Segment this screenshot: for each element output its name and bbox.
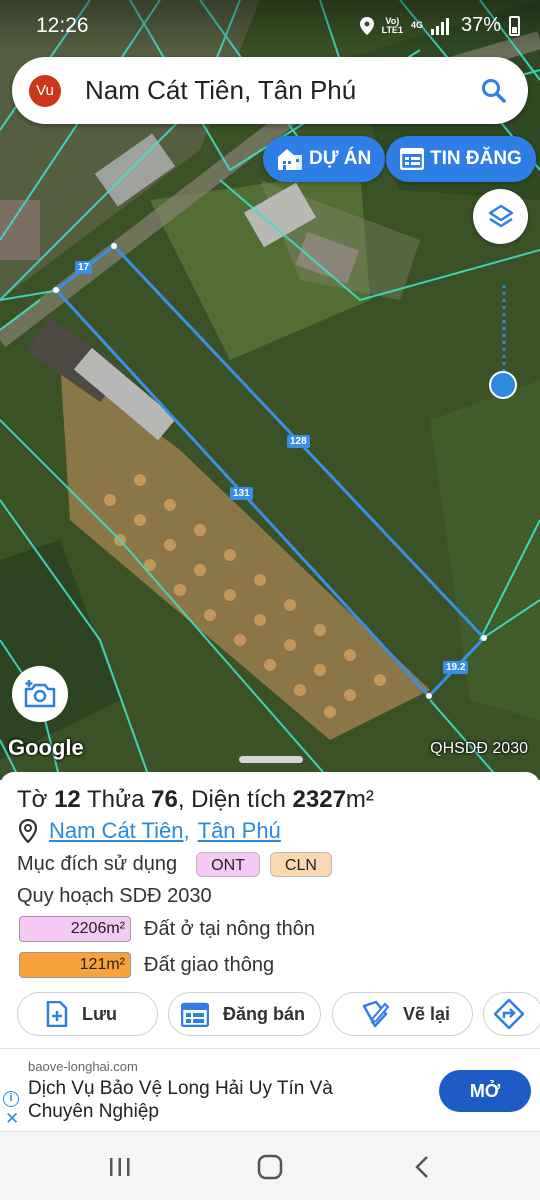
directions-icon xyxy=(494,999,524,1029)
plan-label: Quy hoạch SDĐ 2030 xyxy=(17,885,212,907)
search-bar[interactable]: Vu Nam Cát Tiên, Tân Phú xyxy=(12,57,528,124)
action-bar: Lưu Đăng bán Vẽ lại xyxy=(17,992,540,1038)
plan-description: Đất ở tại nông thôn xyxy=(144,917,316,940)
dimension-label: 19.2 xyxy=(443,661,469,674)
back-icon xyxy=(415,1156,428,1178)
purpose-tag-cln: CLN xyxy=(269,852,332,877)
signal-icon xyxy=(430,17,449,35)
location-icon xyxy=(359,16,374,35)
ad-open-button[interactable]: MỞ xyxy=(439,1070,531,1112)
network-indicator: Vo) LTE1 xyxy=(381,15,403,35)
battery-icon xyxy=(509,15,520,36)
parcel-number: 76 xyxy=(151,786,178,813)
home-button[interactable] xyxy=(250,1152,290,1182)
district-link[interactable]: Tân Phú xyxy=(198,818,281,844)
building-icon xyxy=(278,149,302,170)
status-time: 12:26 xyxy=(36,14,89,37)
add-file-icon xyxy=(46,1001,68,1027)
plan-area: 121m² xyxy=(19,952,131,978)
sell-button[interactable]: Đăng bán xyxy=(168,992,321,1036)
parcel-info-sheet: Tờ 12 Thửa 76, Diện tích 2327m² Nam Cát … xyxy=(0,772,540,1048)
layer-name: QHSDĐ 2030 xyxy=(430,740,528,757)
camera-button[interactable] xyxy=(12,666,68,722)
sheet-number: 12 xyxy=(54,786,81,813)
draw-polygon-icon xyxy=(362,1000,389,1028)
tin-dang-button[interactable]: TIN ĐĂNG xyxy=(386,136,536,182)
search-button[interactable] xyxy=(470,67,518,115)
plan-area: 2206m² xyxy=(19,916,131,942)
location-pin-icon xyxy=(19,819,37,843)
map-view[interactable]: 17 128 131 19.2 12:26 Vo) LTE1 4G 37% Vu … xyxy=(0,0,540,780)
listing-icon xyxy=(400,148,424,170)
redraw-button[interactable]: Vẽ lại xyxy=(332,992,473,1036)
ad-domain: baove-longhai.com xyxy=(28,1059,138,1074)
parcel-area: 2327 xyxy=(292,786,346,813)
ad-close-icon[interactable]: ✕ xyxy=(5,1109,19,1129)
parcel-title: Tờ 12 Thửa 76, Diện tích 2327m² xyxy=(17,786,374,813)
status-bar: 12:26 Vo) LTE1 4G 37% xyxy=(0,0,540,52)
layers-button[interactable] xyxy=(473,189,528,244)
search-title[interactable]: Nam Cát Tiên, Tân Phú xyxy=(85,75,470,106)
plan-row: 121m² Đất giao thông xyxy=(19,952,274,978)
du-an-label: DỰ ÁN xyxy=(309,148,372,169)
dimension-label: 128 xyxy=(287,435,310,448)
data-indicator: 4G xyxy=(410,20,423,30)
sheet-drag-handle[interactable] xyxy=(239,756,303,763)
back-button[interactable] xyxy=(402,1152,442,1182)
calendar-icon xyxy=(181,1002,209,1027)
search-icon xyxy=(482,78,506,103)
parcel-location: Nam Cát Tiên , Tân Phú xyxy=(19,818,281,844)
avatar[interactable]: Vu xyxy=(29,74,61,107)
purpose-tag-ont: ONT xyxy=(196,852,260,877)
google-attribution: Google xyxy=(8,735,84,760)
land-use-purpose: Mục đích sử dụng ONT CLN xyxy=(17,852,332,877)
sell-label: Đăng bán xyxy=(223,1003,306,1024)
ad-info-icon[interactable]: i xyxy=(3,1091,19,1107)
save-label: Lưu xyxy=(82,1003,118,1024)
du-an-button[interactable]: DỰ ÁN xyxy=(263,136,386,182)
ad-banner[interactable]: baove-longhai.com Dịch Vụ Bảo Vệ Long Hả… xyxy=(0,1048,540,1132)
plan-row: 2206m² Đất ở tại nông thôn xyxy=(19,916,315,942)
battery-percent: 37% xyxy=(460,14,501,36)
save-button[interactable]: Lưu xyxy=(17,992,158,1036)
redraw-label: Vẽ lại xyxy=(403,1003,451,1024)
plan-description: Đất giao thông xyxy=(144,953,275,976)
layers-icon xyxy=(488,204,513,227)
home-icon xyxy=(257,1154,283,1180)
recent-apps-button[interactable] xyxy=(100,1152,140,1182)
purpose-label: Mục đích sử dụng xyxy=(17,853,178,875)
recent-apps-icon xyxy=(110,1158,130,1176)
ad-headline[interactable]: Dịch Vụ Bảo Vệ Long Hải Uy Tín Và Chuyên… xyxy=(28,1077,388,1123)
system-nav-bar xyxy=(0,1132,540,1200)
commune-link[interactable]: Nam Cát Tiên xyxy=(49,818,184,844)
directions-button[interactable] xyxy=(483,992,540,1036)
dimension-label: 17 xyxy=(75,261,93,274)
dimension-label: 131 xyxy=(230,487,253,500)
add-photo-icon xyxy=(24,680,56,708)
tin-dang-label: TIN ĐĂNG xyxy=(430,148,522,169)
